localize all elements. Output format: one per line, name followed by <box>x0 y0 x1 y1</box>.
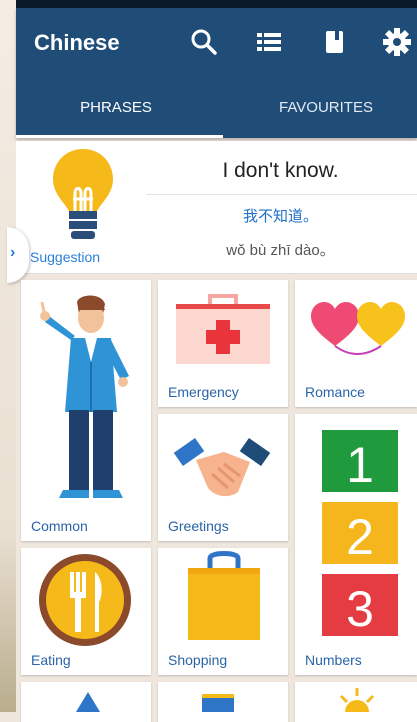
category-card-partial[interactable] <box>158 682 288 722</box>
first-aid-kit-icon <box>176 294 270 364</box>
category-label: Eating <box>31 652 71 668</box>
category-common[interactable]: Common <box>21 280 151 541</box>
person-icon <box>40 295 129 498</box>
category-greetings[interactable]: Greetings <box>158 414 288 541</box>
list-icon[interactable] <box>251 24 287 60</box>
book-icon[interactable] <box>316 24 352 60</box>
category-emergency[interactable]: Emergency <box>158 280 288 407</box>
suggestion-label: Suggestion <box>30 249 101 265</box>
search-icon[interactable] <box>186 24 222 60</box>
category-romance[interactable]: Romance <box>295 280 417 407</box>
category-shopping[interactable]: Shopping <box>158 548 288 675</box>
category-card-partial[interactable] <box>295 682 417 722</box>
chevron-right-icon: › <box>10 244 16 261</box>
gear-icon[interactable] <box>379 24 415 60</box>
category-card-partial[interactable] <box>21 682 151 722</box>
category-numbers[interactable]: 1 2 3 Numbers <box>295 414 417 675</box>
category-eating[interactable]: Eating <box>21 548 151 675</box>
partial-icon <box>76 692 100 712</box>
svg-text:2: 2 <box>346 509 374 565</box>
status-bar <box>16 0 417 8</box>
handshake-icon <box>173 437 271 497</box>
app-title: Chinese <box>34 30 120 55</box>
phrase-english: I don't know. <box>222 159 339 182</box>
category-label: Emergency <box>168 384 239 400</box>
divider <box>146 194 417 195</box>
category-label: Romance <box>305 384 365 400</box>
plate-cutlery-icon <box>39 554 131 646</box>
partial-icon <box>202 694 234 712</box>
tab-phrases[interactable]: PHRASES <box>16 98 216 138</box>
phrase-pinyin: wǒ bù zhī dào。 <box>226 242 335 259</box>
tab-indicator <box>16 135 223 138</box>
numbers-icon: 1 2 3 <box>322 430 398 637</box>
sun-icon <box>339 688 375 712</box>
phrase-chinese: 我不知道。 <box>242 208 318 225</box>
category-label: Common <box>31 518 88 534</box>
hearts-icon <box>311 302 405 355</box>
svg-text:3: 3 <box>346 581 374 637</box>
category-label: Numbers <box>305 652 362 668</box>
shopping-bag-icon <box>188 551 260 640</box>
svg-text:1: 1 <box>346 437 374 493</box>
lightbulb-icon <box>53 149 113 239</box>
background-edge <box>0 0 16 712</box>
category-label: Shopping <box>168 652 228 668</box>
category-label: Greetings <box>168 518 229 534</box>
suggestion-card[interactable]: Suggestion I don't know. 我不知道。 wǒ bù zhī… <box>16 141 417 274</box>
tab-favourites[interactable]: FAVOURITES <box>226 98 417 138</box>
app-bar: Chinese PHRASES FAVOURITES <box>16 8 417 138</box>
